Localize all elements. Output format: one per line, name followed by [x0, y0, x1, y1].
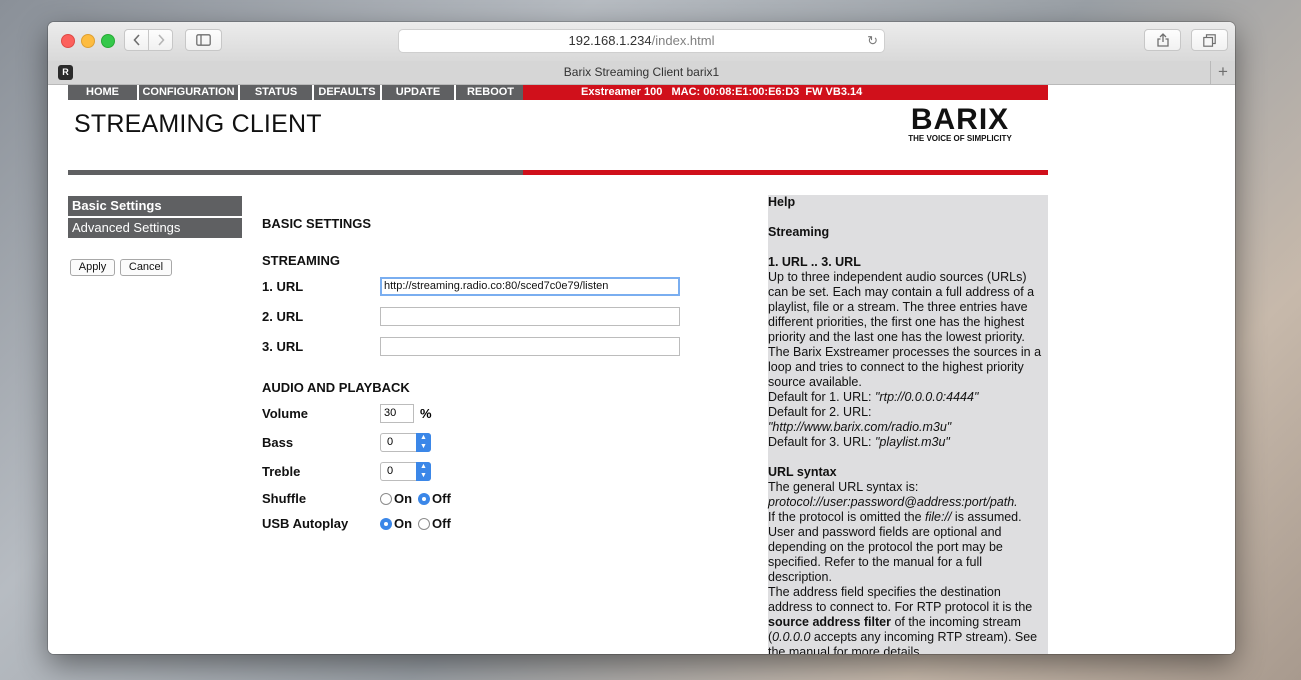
bass-label: Bass [262, 435, 294, 450]
help-default-2-value: "http://www.barix.com/radio.m3u" [768, 420, 952, 434]
shuffle-label: Shuffle [262, 491, 307, 506]
nav-home[interactable]: HOME [68, 85, 137, 100]
help-url-heading: 1. URL .. 3. URL [768, 255, 861, 269]
tab-title[interactable]: Barix Streaming Client barix1 [48, 61, 1235, 84]
tabs-icon [1203, 33, 1216, 47]
usb-off-label: Off [432, 516, 451, 531]
help-syntax-intro: The general URL syntax is: [768, 480, 919, 494]
volume-unit: % [420, 406, 432, 421]
logo-text: BARIX [910, 103, 1010, 136]
sidebar-icon [196, 34, 211, 46]
maximize-window-button[interactable] [101, 34, 115, 48]
help-section-title: Streaming [768, 225, 830, 239]
web-page: HOME CONFIGURATION STATUS DEFAULTS UPDAT… [48, 85, 1235, 654]
cancel-button[interactable]: Cancel [120, 259, 172, 276]
help-url-text: Up to three independent audio sources (U… [768, 270, 1042, 389]
header-divider-gray [68, 170, 523, 175]
url-path: /index.html [651, 33, 715, 48]
bass-value: 0 [387, 436, 394, 448]
back-button[interactable] [124, 29, 149, 51]
url1-input[interactable]: http://streaming.radio.co:80/sced7c0e79/… [380, 277, 680, 296]
help-title: Help [768, 195, 796, 209]
streaming-heading: STREAMING [262, 253, 340, 268]
volume-input[interactable]: 30 [380, 404, 414, 423]
treble-label: Treble [262, 464, 301, 479]
usb-on-label: On [394, 516, 413, 531]
shuffle-on-label: On [394, 491, 413, 506]
help-syntax-p1: If the protocol is omitted the file:// i… [768, 510, 1022, 584]
usb-autoplay-label: USB Autoplay [262, 516, 349, 531]
forward-button[interactable] [148, 29, 173, 51]
nav-reboot[interactable]: REBOOT [456, 85, 525, 100]
chevron-right-icon [157, 34, 165, 46]
bass-select[interactable]: 0 ▲ ▼ [380, 433, 431, 452]
help-default-1: Default for 1. URL: "rtp://0.0.0.0:4444" [768, 390, 979, 404]
url2-label: 2. URL [262, 309, 304, 324]
usb-on-radio[interactable] [380, 518, 392, 530]
section-heading: BASIC SETTINGS [262, 216, 372, 231]
apply-button[interactable]: Apply [70, 259, 115, 276]
barix-logo: BARIX THE VOICE OF SIMPLICITY [898, 103, 1022, 144]
usb-off-radio[interactable] [418, 518, 430, 530]
sidebar-item-advanced-settings[interactable]: Advanced Settings [68, 218, 242, 238]
treble-value: 0 [387, 465, 394, 477]
nav-defaults[interactable]: DEFAULTS [314, 85, 380, 100]
address-bar[interactable]: 192.168.1.234/index.html ↻ [398, 29, 885, 53]
page-title: STREAMING CLIENT [74, 110, 322, 138]
device-info: Exstreamer 100 MAC: 00:08:E1:00:E6:D3 FW… [581, 86, 863, 98]
audio-heading: AUDIO AND PLAYBACK [262, 380, 410, 395]
stepper-icon: ▲ ▼ [416, 462, 431, 481]
sidebar-toggle-button[interactable] [185, 29, 222, 51]
help-syntax-heading: URL syntax [768, 465, 837, 479]
volume-label: Volume [262, 406, 308, 421]
url3-input[interactable] [380, 337, 680, 356]
help-syntax-example: protocol://user:password@address:port/pa… [768, 495, 1018, 509]
device-info-bar: Exstreamer 100 MAC: 00:08:E1:00:E6:D3 FW… [523, 85, 1048, 100]
url3-label: 3. URL [262, 339, 304, 354]
tab-bar: R Barix Streaming Client barix1 + [48, 61, 1235, 85]
url1-label: 1. URL [262, 279, 304, 294]
new-tab-plus-icon[interactable]: + [1210, 61, 1235, 84]
share-button[interactable] [1144, 29, 1181, 51]
shuffle-on-radio[interactable] [380, 493, 392, 505]
reload-icon[interactable]: ↻ [867, 30, 878, 52]
url-host: 192.168.1.234 [568, 33, 652, 48]
stepper-icon: ▲ ▼ [416, 433, 431, 452]
nav-status[interactable]: STATUS [240, 85, 312, 100]
share-icon [1156, 33, 1169, 47]
header-divider-red [523, 170, 1048, 175]
chevron-left-icon [132, 34, 140, 46]
nav-update[interactable]: UPDATE [382, 85, 454, 100]
help-default-3: Default for 3. URL: "playlist.m3u" [768, 435, 950, 449]
top-navigation: HOME CONFIGURATION STATUS DEFAULTS UPDAT… [68, 85, 527, 100]
url2-input[interactable] [380, 307, 680, 326]
browser-toolbar: 192.168.1.234/index.html ↻ [48, 22, 1235, 62]
minimize-window-button[interactable] [81, 34, 95, 48]
tabs-overview-button[interactable] [1191, 29, 1228, 51]
help-syntax-p2: The address field specifies the destinat… [768, 585, 1038, 654]
sidebar-item-basic-settings[interactable]: Basic Settings [68, 196, 242, 216]
nav-configuration[interactable]: CONFIGURATION [139, 85, 238, 100]
close-window-button[interactable] [61, 34, 75, 48]
shuffle-off-label: Off [432, 491, 451, 506]
browser-window: 192.168.1.234/index.html ↻ R Barix Strea… [48, 22, 1235, 654]
treble-select[interactable]: 0 ▲ ▼ [380, 462, 431, 481]
shuffle-off-radio[interactable] [418, 493, 430, 505]
help-panel: Help Streaming 1. URL .. 3. URL Up to th… [768, 195, 1048, 654]
help-default-2-prefix: Default for 2. URL: [768, 405, 872, 419]
logo-tagline: THE VOICE OF SIMPLICITY [908, 134, 1012, 143]
